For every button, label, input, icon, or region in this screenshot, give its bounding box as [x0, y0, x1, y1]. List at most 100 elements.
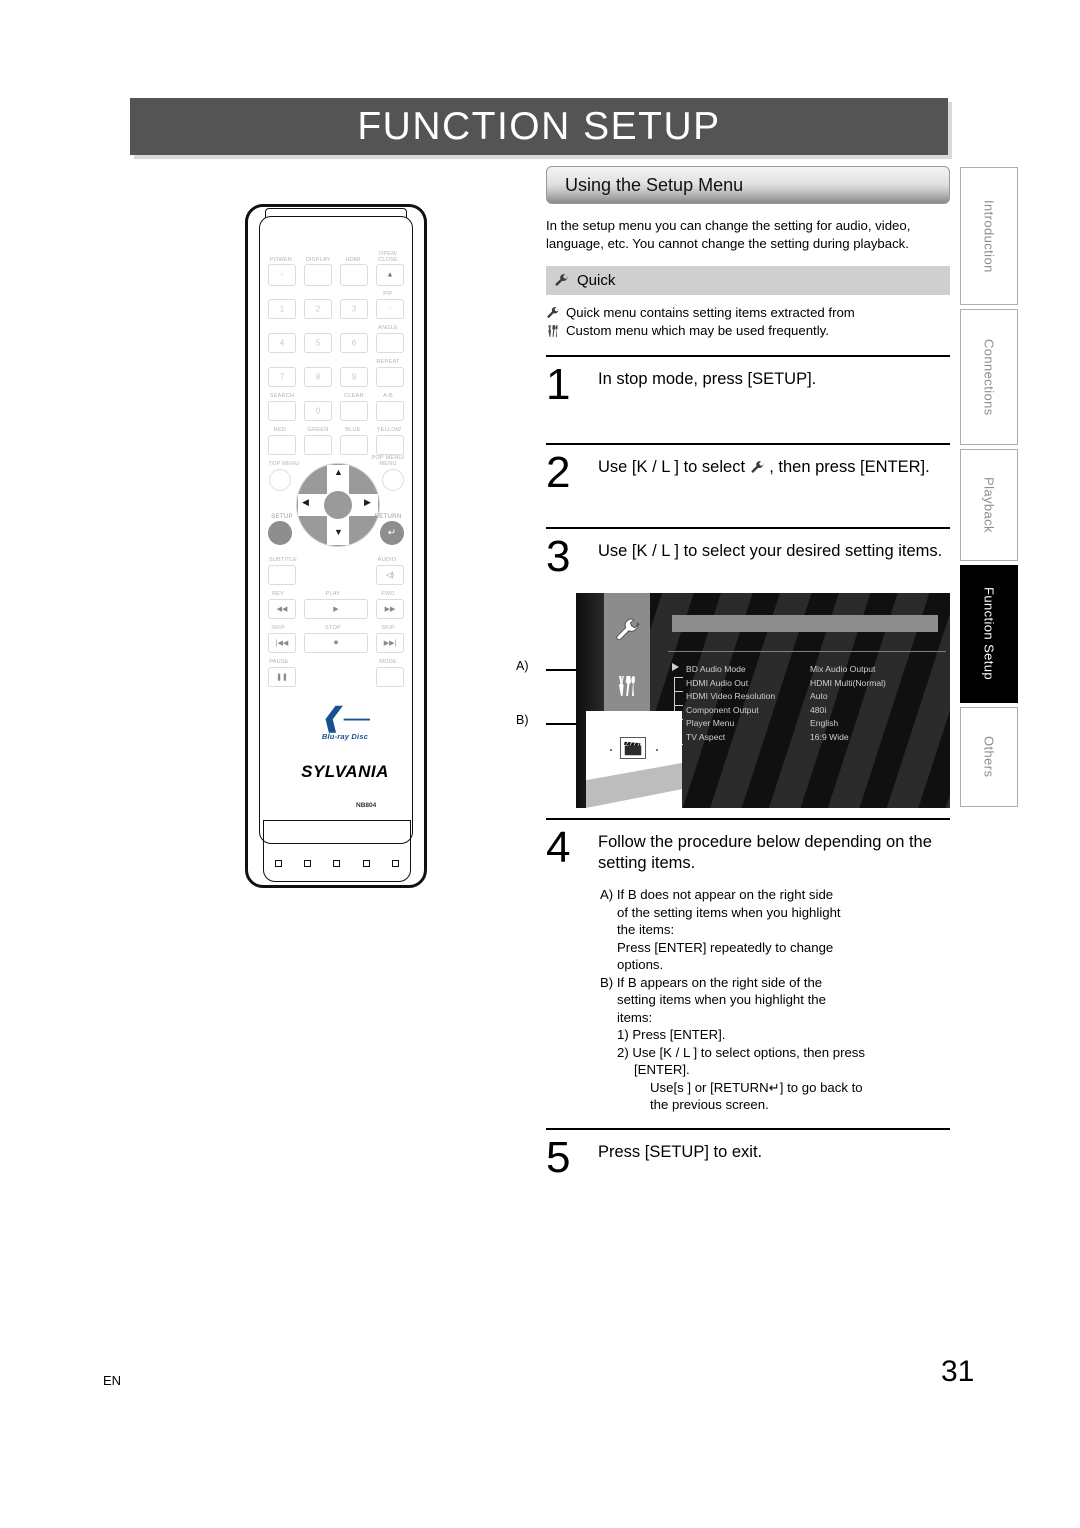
setting-value: Mix Audio Output	[810, 664, 876, 674]
screw-icon	[304, 860, 312, 867]
clear-button[interactable]	[340, 401, 368, 421]
screenshot-dot	[656, 749, 658, 751]
section-intro-paragraph: In the setup menu you can change the set…	[546, 218, 911, 251]
key-label-clear: CLEAR	[344, 393, 364, 399]
remote-keypad-area: POWER DISPLAY HDMI OPEN/ CLOSE ○ ▲ PIP 1…	[259, 216, 413, 844]
rev-button[interactable]: ◀◀	[268, 599, 296, 619]
key-label-mode: MODE	[379, 659, 397, 665]
number-key-8-label: 8	[315, 372, 321, 382]
tab-introduction-label: Introduction	[981, 199, 997, 273]
dpad-enter-button[interactable]	[322, 489, 354, 521]
callout-label-a: A)	[516, 659, 529, 673]
tab-introduction[interactable]: Introduction	[960, 167, 1018, 305]
screenshot-divider	[668, 651, 946, 652]
key-label-ab: A-B	[383, 393, 393, 399]
tab-playback[interactable]: Playback	[960, 449, 1018, 561]
setting-row[interactable]: Component Output 480i	[686, 704, 946, 718]
setting-name: HDMI Audio Out	[686, 677, 749, 688]
step-1: 1 In stop mode, press [SETUP].	[546, 357, 950, 433]
arrow-down-icon[interactable]: ▼	[334, 527, 343, 537]
number-key-3[interactable]: 3	[340, 299, 368, 319]
number-key-1[interactable]: 1	[268, 299, 296, 319]
setting-row[interactable]: TV Aspect 16:9 Wide	[686, 731, 946, 745]
procedure-a-line-3: the items:	[617, 922, 675, 937]
setting-value: 16:9 Wide	[810, 731, 849, 742]
pop-menu-button[interactable]	[382, 469, 404, 491]
screenshot-bracket-tick	[674, 691, 683, 693]
number-key-0-label: 0	[315, 406, 321, 416]
direction-pad[interactable]: ▲ ▼ ◀ ▶	[296, 463, 380, 547]
pause-button[interactable]: ❚❚	[268, 667, 296, 687]
quick-wrench-icon	[604, 607, 650, 653]
hdmi-button[interactable]	[340, 264, 368, 286]
pip-button[interactable]: ○	[376, 299, 404, 319]
search-button[interactable]	[268, 401, 296, 421]
number-key-0[interactable]: 0	[304, 401, 332, 421]
display-button[interactable]	[304, 264, 332, 286]
key-label-fwd: FWD	[381, 591, 395, 597]
screenshot-setting-rows: BD Audio Mode Mix Audio Output HDMI Audi…	[686, 663, 946, 745]
top-menu-button[interactable]	[269, 469, 291, 491]
return-button[interactable]: ↵	[380, 521, 404, 545]
arrow-left-icon[interactable]: ◀	[302, 497, 309, 508]
tab-function-setup[interactable]: Function Setup	[960, 565, 1018, 703]
red-button[interactable]	[268, 435, 296, 455]
audio-button[interactable]: ◁)	[376, 565, 404, 585]
custom-tools-icon	[604, 663, 650, 709]
step-1-text: In stop mode, press [SETUP].	[598, 370, 817, 388]
repeat-button[interactable]	[376, 367, 404, 387]
blue-button[interactable]	[340, 435, 368, 455]
power-button[interactable]: ○	[268, 264, 296, 286]
number-key-4[interactable]: 4	[268, 333, 296, 353]
key-label-audio: AUDIO	[377, 557, 397, 563]
key-label-pip: PIP	[383, 291, 393, 297]
setting-row[interactable]: BD Audio Mode Mix Audio Output	[686, 663, 946, 677]
key-label-blue: BLUE	[345, 427, 361, 433]
skip-previous-button[interactable]: |◀◀	[268, 633, 296, 653]
stop-button[interactable]: ■	[304, 633, 368, 653]
pip-ring-icon: ○	[388, 306, 392, 312]
setting-row[interactable]: HDMI Audio Out HDMI Multi(Normal)	[686, 677, 946, 691]
screw-icon	[275, 860, 283, 867]
arrow-right-icon[interactable]: ▶	[364, 497, 371, 508]
number-key-9[interactable]: 9	[340, 367, 368, 387]
setting-row[interactable]: HDMI Video Resolution Auto	[686, 690, 946, 704]
number-key-7[interactable]: 7	[268, 367, 296, 387]
green-button[interactable]	[304, 435, 332, 455]
quick-note-line-1: Quick menu contains setting items extrac…	[546, 304, 950, 322]
tab-others[interactable]: Others	[960, 707, 1018, 807]
power-ring-icon: ○	[280, 272, 284, 278]
key-label-search: SEARCH	[269, 393, 295, 399]
number-key-5-label: 5	[315, 338, 321, 348]
setup-button[interactable]	[268, 521, 292, 545]
number-key-5[interactable]: 5	[304, 333, 332, 353]
step-4-text: Follow the procedure below depending on …	[598, 833, 932, 872]
mode-button[interactable]	[376, 667, 404, 687]
section-heading-bar: Using the Setup Menu	[546, 166, 950, 204]
number-key-8[interactable]: 8	[304, 367, 332, 387]
yellow-button[interactable]	[376, 435, 404, 455]
arrow-up-icon[interactable]: ▲	[334, 467, 343, 477]
number-key-2[interactable]: 2	[304, 299, 332, 319]
setting-row[interactable]: Player Menu English	[686, 717, 946, 731]
angle-button[interactable]	[376, 333, 404, 353]
number-key-3-label: 3	[351, 304, 357, 314]
key-label-skip-next: SKIP	[381, 625, 395, 631]
step-2-text: Use [K / L ] to select , then press [ENT…	[598, 451, 950, 478]
play-button[interactable]: ▶	[304, 599, 368, 619]
open-close-button[interactable]: ▲	[376, 264, 404, 286]
tab-connections[interactable]: Connections	[960, 309, 1018, 445]
subtitle-button[interactable]	[268, 565, 296, 585]
a-b-button[interactable]	[376, 401, 404, 421]
stop-icon: ■	[333, 639, 339, 647]
screenshot-dot	[610, 749, 612, 751]
step-2-text-after: , then press [ENTER].	[769, 458, 930, 476]
procedure-b-line-4: 1) Press [ENTER].	[617, 1027, 726, 1042]
number-key-2-label: 2	[315, 304, 321, 314]
key-label-display: DISPLAY	[305, 257, 331, 263]
number-key-6[interactable]: 6	[340, 333, 368, 353]
procedure-a-line-1: A) If B does not appear on the right sid…	[600, 887, 834, 902]
skip-next-button[interactable]: ▶▶|	[376, 633, 404, 653]
setting-value: Auto	[810, 691, 828, 702]
fwd-button[interactable]: ▶▶	[376, 599, 404, 619]
